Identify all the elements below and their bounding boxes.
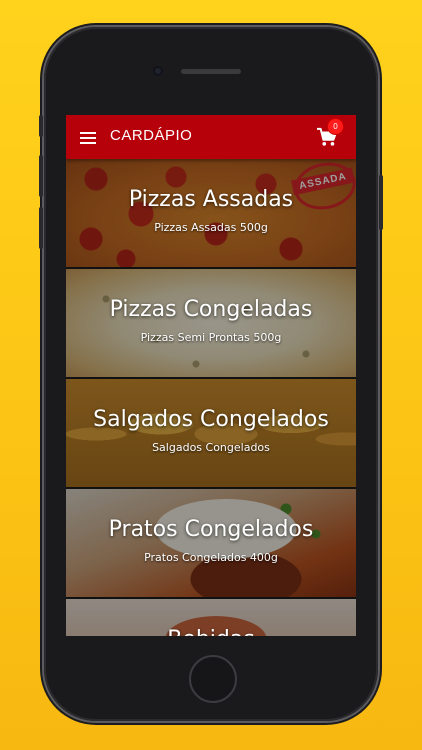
category-subtitle: Pizzas Assadas 500g — [154, 221, 268, 234]
category-title: Pratos Congelados — [108, 517, 314, 542]
category-card-pratos-congelados[interactable]: Pratos Congelados Pratos Congelados 400g — [66, 489, 356, 597]
volume-down-button — [39, 207, 43, 249]
front-camera — [153, 66, 163, 76]
category-card-bebidas[interactable]: Bebidas — [66, 599, 356, 636]
category-card-salgados-congelados[interactable]: Salgados Congelados Salgados Congelados — [66, 379, 356, 487]
app-screen: CARDÁPIO 0 ASSADA Pizzas Assadas Pizzas … — [66, 115, 356, 636]
category-card-pizzas-congeladas[interactable]: Pizzas Congeladas Pizzas Semi Prontas 50… — [66, 269, 356, 377]
category-title: Pizzas Assadas — [128, 187, 294, 212]
menu-icon[interactable] — [80, 132, 96, 144]
page-title: CARDÁPIO — [110, 127, 193, 144]
power-button — [379, 175, 383, 230]
mute-switch — [39, 115, 43, 137]
category-title: Salgados Congelados — [93, 407, 329, 432]
app-bar: CARDÁPIO 0 — [66, 115, 356, 159]
volume-up-button — [39, 155, 43, 197]
earpiece-speaker — [181, 69, 241, 74]
category-card-pizzas-assadas[interactable]: ASSADA Pizzas Assadas Pizzas Assadas 500… — [66, 159, 356, 267]
category-title: Bebidas — [66, 627, 356, 636]
category-subtitle: Pizzas Semi Prontas 500g — [140, 331, 282, 344]
home-button[interactable] — [189, 655, 237, 703]
category-title: Pizzas Congeladas — [109, 297, 313, 322]
cart-count-badge: 0 — [328, 119, 343, 134]
category-subtitle: Pratos Congelados 400g — [144, 551, 278, 564]
category-subtitle: Salgados Congelados — [152, 441, 270, 454]
phone-frame: CARDÁPIO 0 ASSADA Pizzas Assadas Pizzas … — [39, 27, 383, 721]
